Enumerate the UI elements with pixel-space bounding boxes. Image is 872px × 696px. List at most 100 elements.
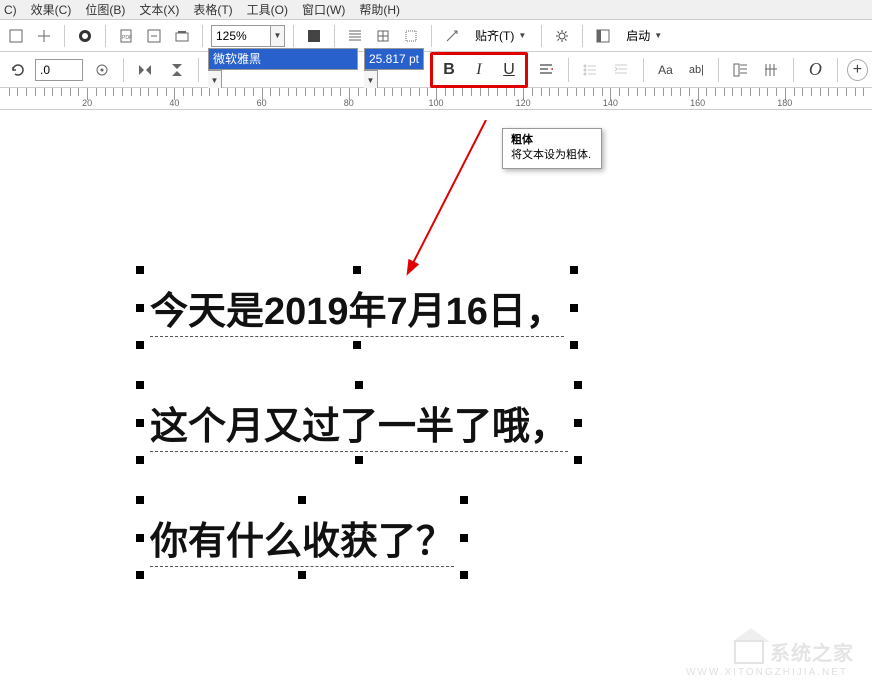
- svg-text:PDF: PDF: [122, 35, 132, 41]
- menu-help[interactable]: 帮助(H): [359, 1, 400, 18]
- separator: [568, 58, 569, 82]
- add-button[interactable]: +: [847, 59, 868, 81]
- menu-tool[interactable]: 工具(O): [247, 1, 288, 18]
- handle-bl[interactable]: [136, 456, 144, 464]
- text-align-icon[interactable]: [534, 57, 559, 83]
- handle-ml[interactable]: [136, 304, 144, 312]
- options-gear-icon[interactable]: [550, 24, 574, 48]
- publish-web-icon[interactable]: [73, 24, 97, 48]
- align-icon-a[interactable]: [343, 24, 367, 48]
- separator: [837, 58, 838, 82]
- canvas-area[interactable]: 今天是2019年7月16日， 这个月又过了一半了哦， 你有什么收获了？: [0, 150, 872, 696]
- handle-tl[interactable]: [136, 496, 144, 504]
- text-object-3[interactable]: 你有什么收获了？: [150, 510, 454, 565]
- underline-button[interactable]: U: [495, 57, 523, 83]
- handle-tr[interactable]: [460, 496, 468, 504]
- ruler-tick: 60: [257, 98, 267, 108]
- separator: [334, 25, 335, 47]
- font-size-dropdown[interactable]: ▼: [364, 48, 424, 92]
- layout-icon[interactable]: [591, 24, 615, 48]
- selection-handles: [140, 500, 464, 575]
- separator: [123, 58, 124, 82]
- text-props-a-icon[interactable]: [728, 57, 753, 83]
- handle-bm[interactable]: [355, 456, 363, 464]
- ruler-tick: 120: [516, 98, 531, 108]
- tool-button-c[interactable]: [142, 24, 166, 48]
- font-name-input[interactable]: [208, 48, 358, 70]
- separator: [582, 25, 583, 47]
- export-pdf-icon[interactable]: PDF: [114, 24, 138, 48]
- separator: [431, 25, 432, 47]
- selection-handles: [140, 270, 574, 345]
- rotation-lock-icon[interactable]: [89, 57, 114, 83]
- separator: [64, 25, 65, 47]
- tool-button-a[interactable]: [4, 24, 28, 48]
- handle-br[interactable]: [570, 341, 578, 349]
- handle-bm[interactable]: [353, 341, 361, 349]
- snap-icon[interactable]: [440, 24, 464, 48]
- chevron-down-icon: ▼: [518, 31, 526, 40]
- text-props-b-icon[interactable]: [759, 57, 784, 83]
- handle-ml[interactable]: [136, 419, 144, 427]
- text-object-2[interactable]: 这个月又过了一半了哦，: [150, 395, 568, 450]
- separator: [105, 25, 106, 47]
- menu-window[interactable]: 窗口(W): [302, 1, 345, 18]
- handle-bl[interactable]: [136, 341, 144, 349]
- separator: [293, 25, 294, 47]
- tooltip-title: 粗体: [511, 133, 593, 148]
- handle-tm[interactable]: [353, 266, 361, 274]
- text-object-1[interactable]: 今天是2019年7月16日，: [150, 280, 564, 335]
- handle-ml[interactable]: [136, 534, 144, 542]
- guides-icon[interactable]: [399, 24, 423, 48]
- italic-button[interactable]: I: [465, 57, 493, 83]
- handle-mr[interactable]: [570, 304, 578, 312]
- standard-toolbar: PDF ▼ 贴齐(T) ▼ 启动 ▼: [0, 20, 872, 52]
- text-property-bar: ▼ ▼ B I U Aa ab| O +: [0, 52, 872, 88]
- list-bullet-icon[interactable]: [578, 57, 603, 83]
- ruler-tick: 80: [344, 98, 354, 108]
- rotation-input[interactable]: [35, 59, 83, 81]
- menu-text[interactable]: 文本(X): [139, 1, 179, 18]
- dropcap-icon[interactable]: ab|: [684, 57, 709, 83]
- handle-br[interactable]: [574, 456, 582, 464]
- menu-effect[interactable]: 效果(C): [31, 1, 72, 18]
- menu-table[interactable]: 表格(T): [193, 1, 232, 18]
- handle-tr[interactable]: [570, 266, 578, 274]
- zoom-level-dropdown[interactable]: ▼: [211, 25, 285, 47]
- bold-italic-underline-group: B I U: [430, 52, 528, 88]
- snap-dropdown[interactable]: 贴齐(T) ▼: [468, 24, 533, 48]
- handle-tm[interactable]: [355, 381, 363, 389]
- font-name-dropdown[interactable]: ▼: [208, 48, 358, 92]
- grid-icon[interactable]: [371, 24, 395, 48]
- handle-bm[interactable]: [298, 571, 306, 579]
- separator: [541, 25, 542, 47]
- handle-tl[interactable]: [136, 266, 144, 274]
- mirror-h-icon[interactable]: [133, 57, 158, 83]
- zoom-input[interactable]: [211, 25, 271, 47]
- text-italic-o-icon[interactable]: O: [803, 57, 828, 83]
- handle-tm[interactable]: [298, 496, 306, 504]
- launch-dropdown[interactable]: 启动 ▼: [619, 24, 669, 48]
- bold-button[interactable]: B: [435, 57, 463, 83]
- indent-icon[interactable]: [609, 57, 634, 83]
- menu-partial-c[interactable]: C): [4, 3, 17, 17]
- handle-tl[interactable]: [136, 381, 144, 389]
- handle-bl[interactable]: [136, 571, 144, 579]
- handle-tr[interactable]: [574, 381, 582, 389]
- tool-button-b[interactable]: [32, 24, 56, 48]
- case-icon[interactable]: Aa: [653, 57, 678, 83]
- font-size-input[interactable]: [364, 48, 424, 70]
- handle-mr[interactable]: [574, 419, 582, 427]
- menu-bitmap[interactable]: 位图(B): [85, 1, 125, 18]
- ruler-tick: 140: [603, 98, 618, 108]
- fullscreen-icon[interactable]: [302, 24, 326, 48]
- handle-mr[interactable]: [460, 534, 468, 542]
- selection-handles: [140, 385, 578, 460]
- tool-button-d[interactable]: [170, 24, 194, 48]
- undo-icon[interactable]: [4, 57, 29, 83]
- mirror-v-icon[interactable]: [164, 57, 189, 83]
- menu-bar: C) 效果(C) 位图(B) 文本(X) 表格(T) 工具(O) 窗口(W) 帮…: [0, 0, 872, 20]
- zoom-dropdown-arrow[interactable]: ▼: [271, 25, 285, 47]
- separator: [202, 25, 203, 47]
- handle-br[interactable]: [460, 571, 468, 579]
